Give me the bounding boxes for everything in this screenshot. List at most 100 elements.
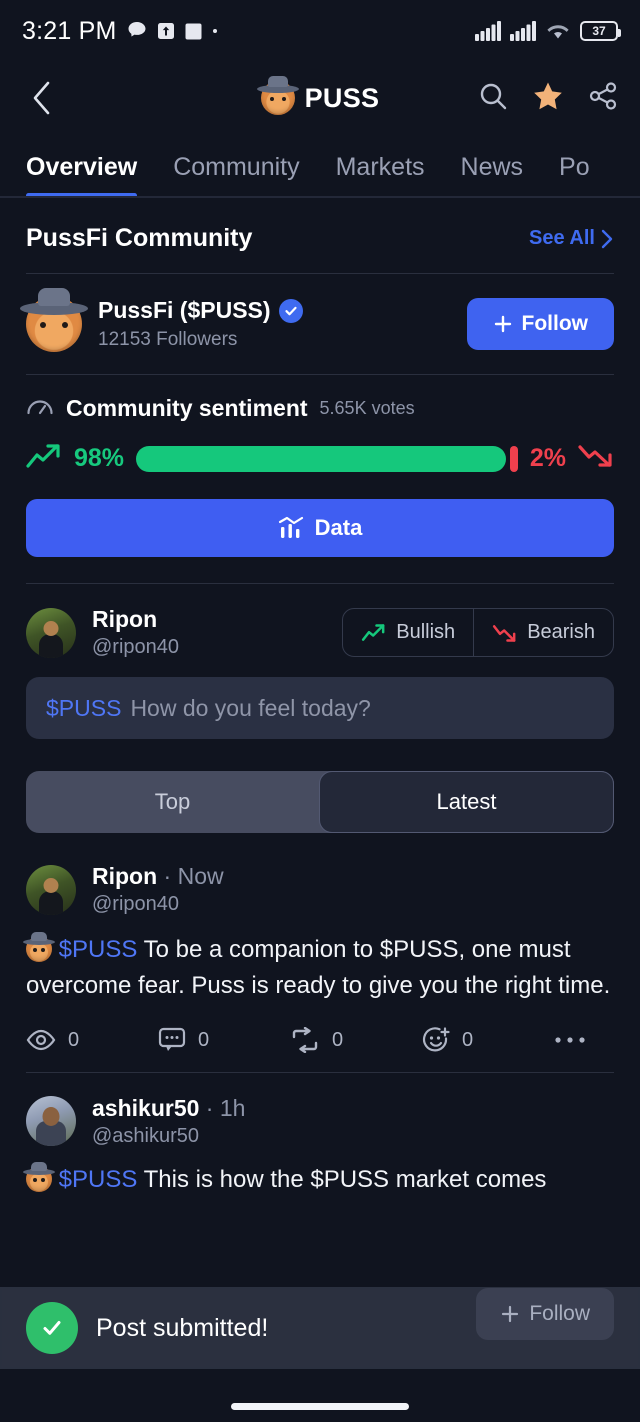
profile-name: PussFi ($PUSS) [98, 297, 271, 323]
post-composer-input[interactable]: $PUSS How do you feel today? [26, 677, 614, 739]
wifi-icon [545, 21, 571, 41]
post-text: This is how the $PUSS market comes [143, 1165, 547, 1193]
avatar[interactable] [26, 1096, 76, 1147]
search-icon[interactable] [478, 81, 508, 116]
section-tabs[interactable]: Overview Community Markets News Po [0, 134, 640, 198]
view-count-action[interactable]: 0 [26, 1028, 158, 1052]
avatar[interactable] [26, 607, 76, 658]
post-author-row: Ripon · Now [92, 863, 224, 889]
more-options-button[interactable] [554, 1035, 586, 1045]
signal-bars-icon [510, 21, 536, 41]
post-author-name: ashikur50 [92, 1094, 200, 1121]
more-horizontal-icon [555, 1037, 585, 1044]
post-item: ashikur50 · 1h @ashikur50 $PUSS This is … [0, 1073, 640, 1198]
bearish-button-label: Bearish [527, 621, 595, 643]
bullish-button[interactable]: Bullish [343, 609, 473, 656]
tab-news[interactable]: News [461, 153, 524, 196]
header-actions [478, 80, 618, 117]
tab-overview[interactable]: Overview [26, 153, 138, 196]
comment-count: 0 [198, 1028, 210, 1051]
follow-button-label: Follow [521, 312, 589, 335]
composer-placeholder: How do you feel today? [130, 694, 371, 721]
community-section-header: PussFi Community See All [0, 198, 640, 273]
post-ticker[interactable]: $PUSS [59, 1166, 138, 1193]
profile-name-row: PussFi ($PUSS) [98, 297, 451, 324]
post-header: ashikur50 · 1h @ashikur50 [26, 1085, 614, 1148]
reaction-count: 0 [462, 1028, 474, 1051]
puss-token-icon [23, 932, 55, 962]
sentiment-votes: 5.65K votes [319, 398, 415, 418]
post-body: $PUSS This is how the $PUSS market comes [23, 1161, 614, 1198]
follow-button[interactable]: Follow [476, 1288, 614, 1340]
avatar [20, 288, 88, 352]
trend-up-icon [362, 623, 385, 641]
star-icon[interactable] [532, 80, 564, 117]
upload-arrow-icon [157, 22, 175, 40]
post-author-name: Ripon [92, 863, 158, 889]
puss-token-icon [23, 1161, 55, 1192]
repost-count: 0 [332, 1028, 344, 1051]
composer-user-name: Ripon [92, 606, 158, 632]
sentiment-vote-group: Bullish Bearish [342, 608, 614, 657]
post-feed: Ripon · Now @ripon40 $PUSS To be a compa… [0, 853, 640, 1198]
feed-filter-top[interactable]: Top [26, 771, 319, 833]
post-action-bar: 0 0 0 0 [26, 1005, 614, 1072]
trend-down-icon [493, 624, 516, 642]
avatar[interactable] [26, 864, 76, 915]
feed-filter-segmented-control[interactable]: Top Latest [26, 771, 614, 833]
data-button[interactable]: Data [26, 499, 614, 557]
comment-action[interactable]: 0 [158, 1027, 290, 1053]
post-author-meta: Ripon · Now @ripon40 [92, 863, 614, 916]
follow-button[interactable]: Follow [466, 298, 614, 350]
add-reaction-icon [422, 1027, 450, 1052]
chevron-right-icon [601, 229, 613, 248]
post-author-handle: @ripon40 [92, 893, 180, 915]
post-header: Ripon · Now @ripon40 [26, 853, 614, 916]
profile-meta: PussFi ($PUSS) 12153 Followers [98, 297, 451, 351]
sentiment-header: Community sentiment 5.65K votes [26, 395, 614, 422]
bullish-percent: 98% [74, 444, 125, 472]
post-item: Ripon · Now @ripon40 $PUSS To be a compa… [0, 853, 640, 1072]
bearish-button[interactable]: Bearish [473, 609, 613, 656]
trend-up-icon [26, 442, 62, 475]
post-timestamp: 1h [219, 1094, 246, 1121]
page-title-text: PUSS [304, 82, 380, 113]
sentiment-bar-bearish [510, 445, 518, 472]
share-icon[interactable] [588, 81, 618, 116]
post-ticker[interactable]: $PUSS [59, 936, 138, 963]
square-icon [185, 23, 202, 40]
status-bar-left: 3:21 PM [22, 17, 475, 46]
post-author-meta: ashikur50 · 1h @ashikur50 [92, 1095, 614, 1148]
feed-filter-latest[interactable]: Latest [319, 771, 614, 833]
add-reaction-action[interactable]: 0 [422, 1027, 554, 1054]
plus-icon [502, 1305, 519, 1323]
data-button-label: Data [314, 515, 363, 540]
bar-chart-icon [278, 516, 303, 538]
battery-icon: 37 [580, 21, 621, 41]
profile-followers: 12153 Followers [98, 329, 238, 350]
signal-bars-icon [475, 21, 501, 41]
check-circle-icon [26, 1302, 78, 1354]
post-author-handle: @ashikur50 [92, 1124, 200, 1147]
sentiment-bar-bullish [136, 445, 507, 472]
post-author-row: ashikur50 · 1h [92, 1094, 246, 1121]
sentiment-bar [136, 445, 518, 472]
see-all-label: See All [529, 227, 595, 249]
see-all-link[interactable]: See All [529, 227, 614, 250]
tab-community[interactable]: Community [173, 153, 299, 196]
trend-down-icon [578, 442, 614, 475]
post-timestamp: Now [177, 863, 224, 889]
repost-icon [292, 1027, 318, 1054]
verified-badge-icon [278, 298, 303, 323]
follow-button-label: Follow [529, 1302, 590, 1325]
tab-portfolio[interactable]: Po [559, 153, 590, 196]
tab-markets[interactable]: Markets [336, 153, 425, 196]
composer-user-handle: @ripon40 [92, 636, 180, 658]
back-button[interactable] [22, 78, 62, 118]
status-bar: 3:21 PM 37 [0, 0, 640, 62]
composer-user-row: Ripon @ripon40 Bullish Bearish [0, 584, 640, 659]
app-header: PUSS [0, 62, 640, 134]
composer-ticker: $PUSS [46, 694, 122, 721]
repost-action[interactable]: 0 [290, 1027, 422, 1054]
community-profile-row[interactable]: PussFi ($PUSS) 12153 Followers Follow [0, 274, 640, 374]
